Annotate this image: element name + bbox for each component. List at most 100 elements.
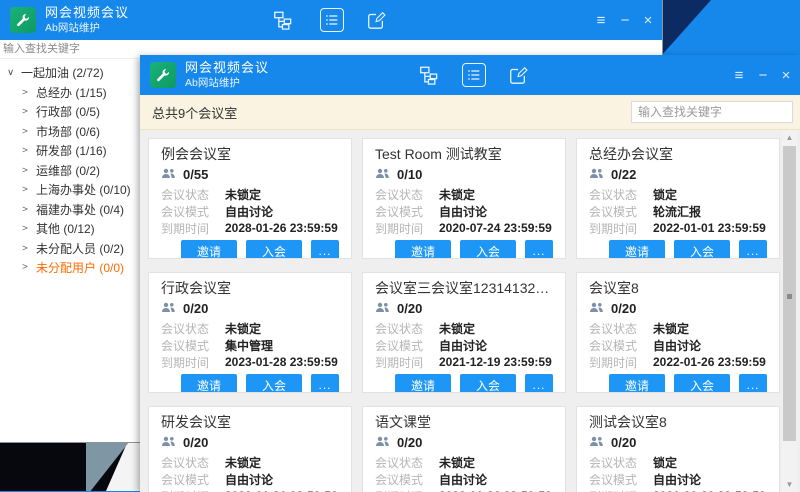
room-mode: 自由讨论 bbox=[653, 471, 701, 488]
status-label: 会议状态 bbox=[375, 454, 439, 471]
status-label: 会议状态 bbox=[161, 454, 225, 471]
attendees-icon bbox=[161, 166, 176, 184]
meeting-room-card: 例会会议室 0/55 会议状态 未锁定 会议模式 自由讨论 到期时间 2028-… bbox=[148, 138, 352, 259]
room-capacity: 0/20 bbox=[183, 435, 208, 450]
menu-button[interactable]: ≡ bbox=[728, 55, 750, 95]
minimize-button[interactable]: − bbox=[752, 55, 774, 95]
invite-button[interactable]: 邀请 bbox=[181, 240, 237, 259]
scrollbar[interactable]: ▲ ▼ bbox=[782, 130, 797, 492]
join-button[interactable]: 入会 bbox=[246, 374, 302, 393]
chevron-right-icon: > bbox=[22, 107, 36, 117]
minimize-button[interactable]: − bbox=[614, 0, 636, 40]
window-title: 网会视频会议 bbox=[185, 60, 269, 76]
foreground-window: 网会视频会议 Ab网站维护 ≡ − × 总共9个会议室 例会会议室 0/55 会… bbox=[140, 55, 800, 491]
expire-label: 到期时间 bbox=[589, 220, 653, 237]
room-status: 未锁定 bbox=[225, 320, 261, 337]
room-grid: 例会会议室 0/55 会议状态 未锁定 会议模式 自由讨论 到期时间 2028-… bbox=[148, 138, 780, 492]
org-chart-icon[interactable] bbox=[270, 8, 294, 32]
meeting-room-card: Test Room 测试教室 0/10 会议状态 未锁定 会议模式 自由讨论 到… bbox=[362, 138, 566, 259]
mode-label: 会议模式 bbox=[589, 337, 653, 354]
chevron-right-icon: > bbox=[22, 146, 36, 156]
room-mode: 自由讨论 bbox=[653, 337, 701, 354]
join-button[interactable]: 入会 bbox=[246, 240, 302, 259]
invite-button[interactable]: 邀请 bbox=[395, 240, 451, 259]
chevron-down-icon: ∨ bbox=[7, 68, 21, 78]
meeting-room-card: 研发会议室 0/20 会议状态 未锁定 会议模式 自由讨论 到期时间 2022-… bbox=[148, 406, 352, 492]
room-expire: 2023-01-28 23:59:59 bbox=[225, 355, 338, 369]
sidebar-search-input[interactable] bbox=[1, 41, 153, 56]
more-button[interactable]: ... bbox=[525, 374, 553, 393]
room-name: 语文课堂 bbox=[375, 411, 553, 433]
join-button[interactable]: 入会 bbox=[674, 374, 730, 393]
invite-button[interactable]: 邀请 bbox=[395, 374, 451, 393]
invite-button[interactable]: 邀请 bbox=[609, 374, 665, 393]
join-button[interactable]: 入会 bbox=[460, 374, 516, 393]
tree-item-label: 运维部 (0/2) bbox=[36, 162, 100, 179]
room-capacity: 0/10 bbox=[397, 167, 422, 182]
foreground-titlebar: 网会视频会议 Ab网站维护 ≡ − × bbox=[140, 55, 800, 95]
scroll-up-icon[interactable]: ▲ bbox=[782, 130, 797, 145]
more-button[interactable]: ... bbox=[739, 374, 767, 393]
room-list-content: 例会会议室 0/55 会议状态 未锁定 会议模式 自由讨论 到期时间 2028-… bbox=[140, 130, 800, 492]
list-view-icon[interactable] bbox=[462, 63, 486, 87]
expire-label: 到期时间 bbox=[589, 488, 653, 492]
mode-label: 会议模式 bbox=[161, 471, 225, 488]
tree-item-label: 研发部 (1/16) bbox=[36, 142, 107, 159]
status-label: 会议状态 bbox=[161, 186, 225, 203]
mode-label: 会议模式 bbox=[589, 471, 653, 488]
room-name: 研发会议室 bbox=[161, 411, 339, 433]
tree-item-label: 福建办事处 (0/4) bbox=[36, 201, 124, 218]
room-capacity: 0/20 bbox=[611, 301, 636, 316]
expire-label: 到期时间 bbox=[161, 488, 225, 492]
room-status: 未锁定 bbox=[653, 320, 689, 337]
chevron-right-icon: > bbox=[22, 224, 36, 234]
window-subtitle: Ab网站维护 bbox=[45, 21, 100, 35]
more-button[interactable]: ... bbox=[311, 240, 339, 259]
attendees-icon bbox=[375, 300, 390, 318]
room-capacity: 0/55 bbox=[183, 167, 208, 182]
more-button[interactable]: ... bbox=[525, 240, 553, 259]
join-button[interactable]: 入会 bbox=[460, 240, 516, 259]
close-button[interactable]: × bbox=[775, 55, 797, 95]
room-search-input[interactable] bbox=[631, 101, 793, 123]
chevron-right-icon: > bbox=[22, 87, 36, 97]
more-button[interactable]: ... bbox=[739, 240, 767, 259]
room-name: 测试会议室8 bbox=[589, 411, 767, 433]
expire-label: 到期时间 bbox=[161, 354, 225, 371]
room-name: 总经办会议室 bbox=[589, 143, 767, 165]
edit-compose-icon[interactable] bbox=[506, 63, 530, 87]
mode-label: 会议模式 bbox=[375, 203, 439, 220]
org-chart-icon[interactable] bbox=[416, 63, 440, 87]
meeting-room-card: 测试会议室8 0/20 会议状态 锁定 会议模式 自由讨论 到期时间 2021-… bbox=[576, 406, 780, 492]
attendees-icon bbox=[375, 166, 390, 184]
attendees-icon bbox=[589, 434, 604, 452]
tree-item-label: 总经办 (1/15) bbox=[36, 84, 107, 101]
attendees-icon bbox=[589, 300, 604, 318]
chevron-right-icon: > bbox=[22, 185, 36, 195]
chevron-right-icon: > bbox=[22, 204, 36, 214]
chevron-right-icon: > bbox=[22, 165, 36, 175]
room-mode: 轮流汇报 bbox=[653, 203, 701, 220]
room-name: Test Room 测试教室 bbox=[375, 143, 553, 165]
close-button[interactable]: × bbox=[637, 0, 659, 40]
meeting-room-card: 总经办会议室 0/22 会议状态 锁定 会议模式 轮流汇报 到期时间 2022-… bbox=[576, 138, 780, 259]
room-mode: 自由讨论 bbox=[439, 471, 487, 488]
invite-button[interactable]: 邀请 bbox=[181, 374, 237, 393]
join-button[interactable]: 入会 bbox=[674, 240, 730, 259]
more-button[interactable]: ... bbox=[311, 374, 339, 393]
status-label: 会议状态 bbox=[589, 454, 653, 471]
room-count-text: 总共9个会议室 bbox=[152, 103, 237, 122]
scroll-down-icon[interactable]: ▼ bbox=[782, 477, 797, 492]
room-capacity: 0/22 bbox=[611, 167, 636, 182]
expire-label: 到期时间 bbox=[589, 354, 653, 371]
meeting-room-card: 行政会议室 0/20 会议状态 未锁定 会议模式 集中管理 到期时间 2023-… bbox=[148, 272, 352, 393]
scrollbar-thumb[interactable] bbox=[783, 146, 796, 441]
edit-compose-icon[interactable] bbox=[364, 8, 388, 32]
menu-button[interactable]: ≡ bbox=[590, 0, 612, 40]
room-name: 例会会议室 bbox=[161, 143, 339, 165]
tree-item-label: 其他 (0/12) bbox=[36, 220, 95, 237]
status-label: 会议状态 bbox=[375, 320, 439, 337]
list-view-icon[interactable] bbox=[320, 8, 344, 32]
invite-button[interactable]: 邀请 bbox=[609, 240, 665, 259]
room-capacity: 0/20 bbox=[397, 435, 422, 450]
